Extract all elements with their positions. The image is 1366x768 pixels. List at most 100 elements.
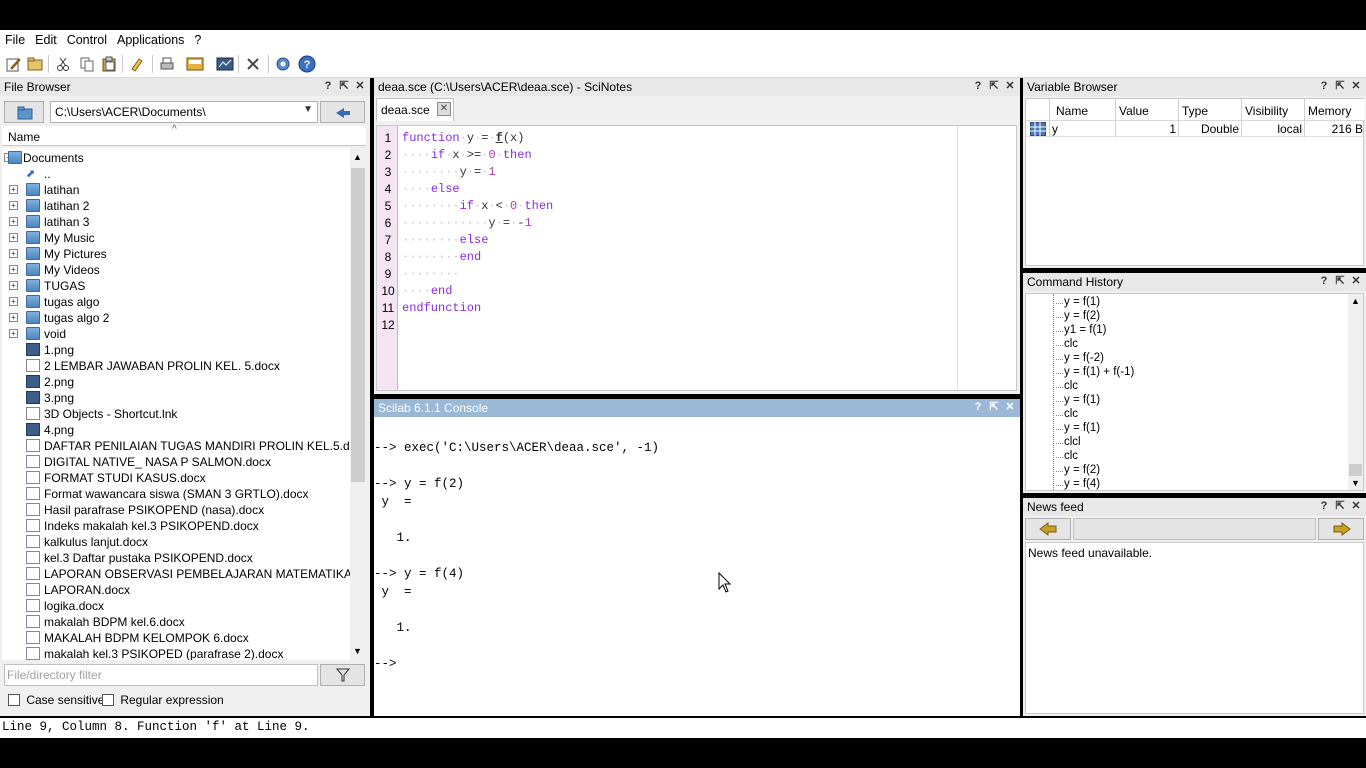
menu-applications[interactable]: Applications	[112, 30, 189, 47]
close-icon[interactable]: ✕	[1348, 274, 1364, 287]
help-icon[interactable]: ?	[320, 80, 336, 92]
new-file-icon[interactable]	[4, 55, 22, 73]
help-icon[interactable]: ?	[1316, 500, 1332, 512]
path-combobox[interactable]: C:\Users\ACER\Documents\ ▼	[50, 101, 318, 123]
undock-icon[interactable]: ⇱	[1332, 274, 1348, 287]
history-item[interactable]: clc	[1055, 380, 1078, 392]
history-item[interactable]: y = f(1)	[1055, 422, 1100, 434]
console-panel[interactable]: Scilab 6.1.1 Console ? ⇱ ✕ --> exec('C:\Us…	[374, 399, 1020, 716]
news-next-button[interactable]	[1318, 518, 1364, 540]
code-area[interactable]: 1 2 3 4 5 6 7 8 9 10 11 12 function·y·=·f(x) ····if…	[376, 125, 1017, 391]
scinotes-icon[interactable]	[186, 55, 204, 73]
case-sensitive-checkbox[interactable]: Case sensitive	[8, 692, 104, 707]
news-feed-title-bar: News feed ? ⇱ ✕	[1023, 498, 1366, 516]
close-icon[interactable]: ✕	[1348, 79, 1364, 92]
filter-input[interactable]: File/directory filter	[4, 664, 318, 686]
news-prev-button[interactable]	[1025, 518, 1071, 540]
expand-icon[interactable]: +	[9, 233, 18, 242]
file-list-scrollbar[interactable]: ▲ ▼	[350, 148, 366, 660]
history-item[interactable]: y1 = f(1)	[1056, 324, 1107, 336]
undock-icon[interactable]: ⇱	[1332, 79, 1348, 92]
history-scrollbar[interactable]: ▲ ▼	[1348, 294, 1363, 490]
line-number: 1	[384, 131, 392, 145]
expand-icon[interactable]: +	[9, 329, 18, 338]
history-item[interactable]: clc	[1055, 450, 1078, 462]
undock-icon[interactable]: ⇱	[986, 400, 1002, 413]
regex-checkbox[interactable]: Regular expression	[102, 692, 224, 707]
expand-icon[interactable]: +	[9, 201, 18, 210]
expand-icon[interactable]: +	[9, 185, 18, 194]
module-manager-icon[interactable]	[274, 55, 292, 73]
close-icon[interactable]: ✕	[1002, 79, 1018, 92]
col-value[interactable]: Value	[1119, 104, 1149, 118]
line-number: 2	[384, 148, 392, 162]
history-item[interactable]: y = f(2)	[1055, 464, 1100, 476]
scroll-up-icon[interactable]: ▲	[1351, 296, 1360, 306]
expand-icon[interactable]: +	[9, 281, 18, 290]
open-folder-icon[interactable]	[26, 55, 44, 73]
chevron-down-icon[interactable]: ▼	[303, 104, 313, 115]
preferences-icon[interactable]	[244, 55, 262, 73]
expand-icon[interactable]: +	[9, 265, 18, 274]
close-icon[interactable]: ✕	[1002, 400, 1018, 413]
undock-icon[interactable]: ⇱	[986, 79, 1002, 92]
console-prompt[interactable]: -->	[374, 657, 397, 671]
expand-icon[interactable]: +	[9, 249, 18, 258]
expand-icon[interactable]: +	[9, 297, 18, 306]
close-icon[interactable]: ✕	[352, 79, 368, 92]
tab-deaa-sce[interactable]: deaa.sce ✕	[376, 98, 454, 121]
history-item[interactable]: y = f(1)	[1055, 394, 1100, 406]
xcos-icon[interactable]	[216, 55, 234, 73]
column-name: Name	[8, 130, 41, 144]
history-item[interactable]: y = f(2)	[1055, 310, 1100, 322]
print-icon[interactable]	[158, 55, 176, 73]
col-type[interactable]: Type	[1182, 104, 1208, 118]
menu-bar: File Edit Control Applications?	[0, 30, 1366, 50]
undock-icon[interactable]: ⇱	[336, 79, 352, 92]
menu-edit[interactable]: Edit	[30, 30, 62, 47]
variable-row[interactable]: y 1 Double local 216 B	[1026, 121, 1365, 137]
history-item[interactable]: y = f(1) + f(-1)	[1055, 366, 1134, 378]
expand-icon[interactable]: +	[9, 217, 18, 226]
folder-icon	[26, 295, 40, 308]
scroll-up-icon[interactable]: ▲	[353, 152, 362, 162]
close-icon[interactable]: ✕	[1348, 499, 1364, 512]
history-item[interactable]: y = f(4)	[1055, 478, 1100, 490]
command-history-title: Command History	[1027, 275, 1124, 289]
close-tab-icon[interactable]: ✕	[437, 102, 451, 116]
history-item[interactable]: y = f(-2)	[1056, 352, 1104, 364]
folder-label: tugas algo	[44, 295, 100, 309]
menu-file[interactable]: File	[0, 30, 30, 47]
menu-help[interactable]: ?	[189, 30, 206, 47]
history-item[interactable]: clcl	[1056, 436, 1081, 448]
help-icon[interactable]: ?	[970, 80, 986, 92]
undock-icon[interactable]: ⇱	[1332, 499, 1348, 512]
clear-history-icon[interactable]	[128, 55, 146, 73]
scroll-down-icon[interactable]: ▼	[353, 646, 362, 656]
col-memory[interactable]: Memory	[1308, 104, 1351, 118]
file-list-header[interactable]: Name ^	[2, 124, 366, 146]
cut-icon[interactable]	[54, 55, 72, 73]
go-button[interactable]	[320, 101, 365, 123]
help-icon[interactable]: ?	[1316, 275, 1332, 287]
help-browser-icon[interactable]: ?	[298, 55, 316, 73]
scroll-thumb[interactable]	[1349, 464, 1362, 476]
folder-label: tugas algo 2	[44, 311, 110, 325]
browse-folder-button[interactable]	[4, 101, 44, 123]
history-item[interactable]: clc	[1055, 408, 1078, 420]
scroll-down-icon[interactable]: ▼	[1351, 478, 1360, 488]
scinotes-panel: deaa.sce (C:\Users\ACER\deaa.sce) - SciN…	[374, 78, 1020, 394]
scroll-thumb[interactable]	[351, 168, 365, 482]
filter-button[interactable]	[320, 664, 365, 686]
expand-icon[interactable]: +	[9, 313, 18, 322]
history-item[interactable]: clc	[1055, 338, 1078, 350]
help-icon[interactable]: ?	[970, 401, 986, 413]
col-name[interactable]: Name	[1056, 104, 1088, 118]
help-icon[interactable]: ?	[1316, 80, 1332, 92]
menu-control[interactable]: Control	[62, 30, 112, 47]
copy-icon[interactable]	[78, 55, 96, 73]
paste-icon[interactable]	[100, 55, 118, 73]
col-visibility[interactable]: Visibility	[1245, 104, 1288, 118]
file-label: LAPORAN.docx	[44, 583, 131, 597]
history-item[interactable]: y = f(1)	[1055, 296, 1100, 308]
